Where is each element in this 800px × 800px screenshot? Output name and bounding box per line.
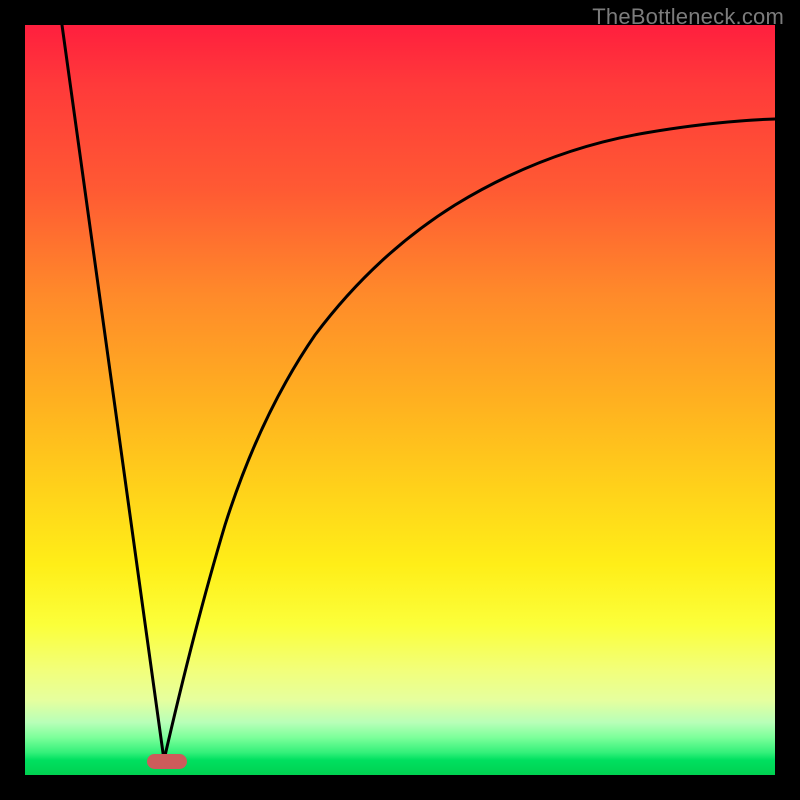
- plot-area: [25, 25, 775, 775]
- chart-stage: TheBottleneck.com: [0, 0, 800, 800]
- cusp-lozenge: [147, 754, 187, 769]
- right-curve-path: [164, 119, 775, 760]
- chart-curves: [25, 25, 775, 775]
- left-line-path: [62, 25, 164, 760]
